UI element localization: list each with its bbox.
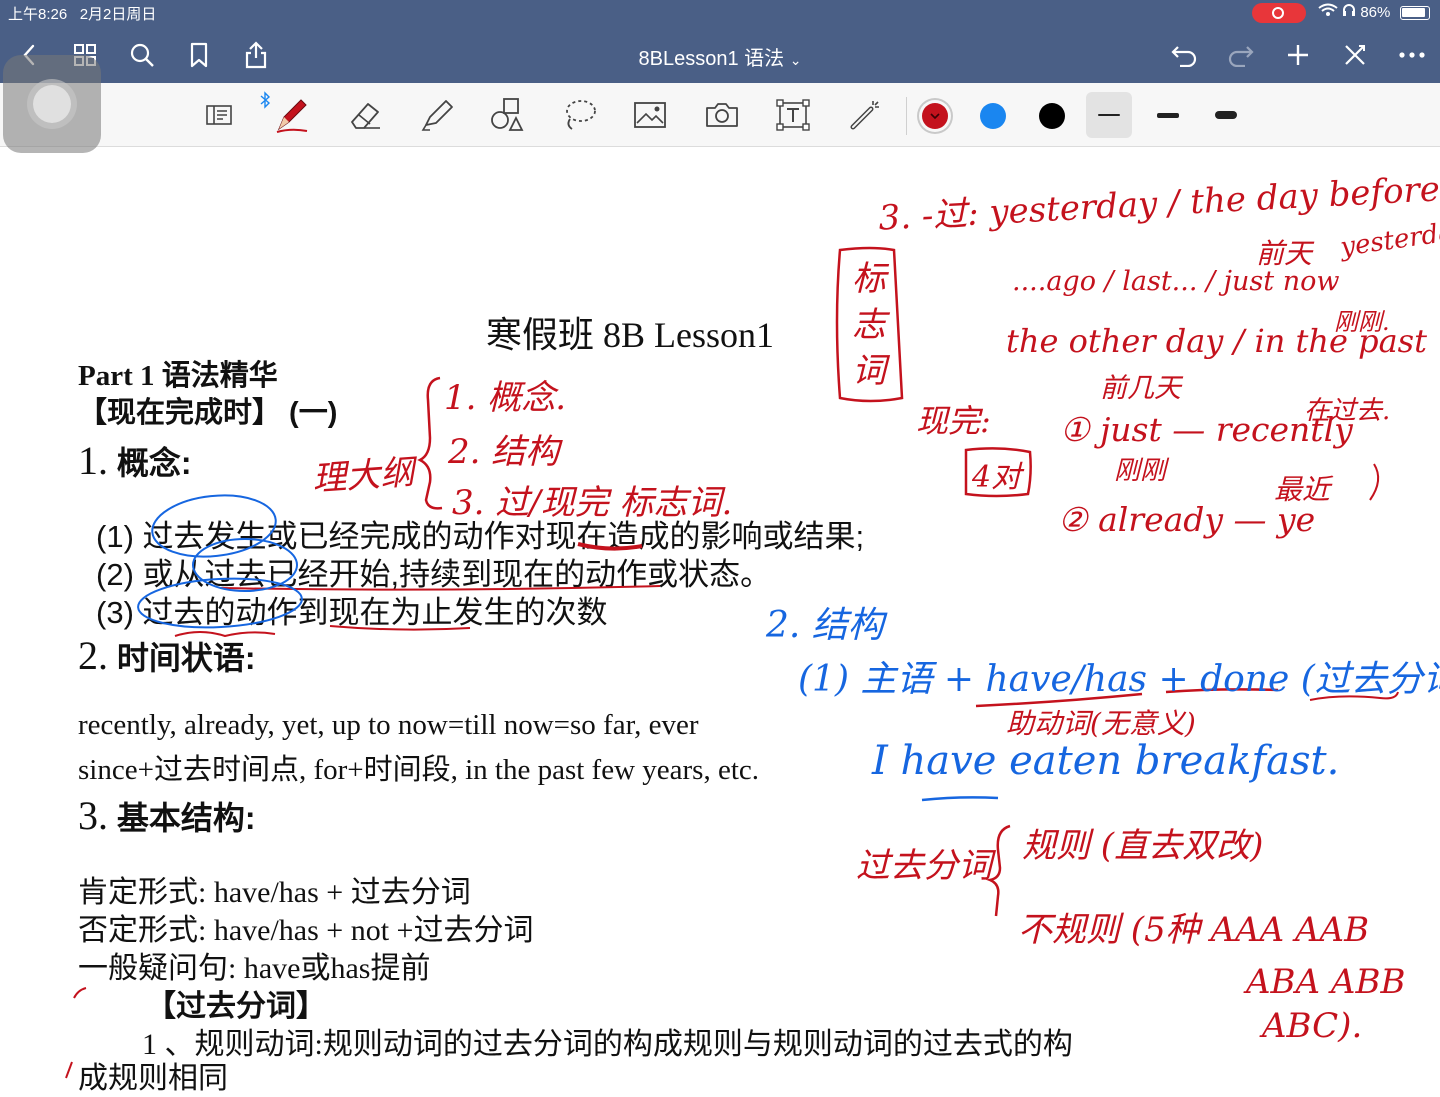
red-tick-mark [73, 987, 87, 999]
section-heading: 【现在完成时】 (一) [78, 397, 338, 429]
annotation-example-sentence: I have eaten breakfast. [872, 738, 1340, 784]
eraser-icon[interactable] [342, 92, 388, 138]
part-heading: Part 1 语法精华 [78, 360, 278, 392]
image-icon[interactable] [627, 92, 673, 138]
annotation-formula: (1) 主语 + have/has + done (过去分词) [798, 659, 1440, 700]
read-mode-icon[interactable] [196, 92, 242, 138]
headphones-icon [1342, 4, 1360, 21]
pen-tool-icon[interactable] [268, 92, 314, 138]
outline-brace [417, 376, 443, 510]
annotation-xianwan: 现完: [916, 402, 991, 440]
annotation-signal-words: 标志词 [852, 259, 886, 391]
annotation-irregular-3: ABC). [1262, 1006, 1363, 1046]
document-heading: 寒假班 8B Lesson1 [486, 315, 775, 355]
toolbar-divider [906, 97, 907, 135]
annotation-past-participle: 过去分词 [856, 846, 992, 886]
close-pen-mode-icon[interactable] [1340, 40, 1370, 70]
heading-basic-structure: 3. 基本结构: [78, 793, 256, 838]
highlighter-icon[interactable] [414, 92, 460, 138]
top-nav-bar: 上午8:26 2月2日周日 86% 8BLesson1 语法 ⌄ [0, 0, 1440, 83]
annotation-outline-label: 理大纲 [310, 452, 416, 500]
annotation-other-day: the other day / in the past [1006, 322, 1427, 360]
color-swatch-blue[interactable] [980, 103, 1006, 129]
annotation-ago-last: ....ago / last... / just now [1012, 266, 1340, 297]
camera-icon[interactable] [699, 92, 745, 138]
time-adverbials-line-1: recently, already, yet, up to now=till n… [78, 709, 699, 741]
blue-underline-have [921, 796, 999, 802]
annotation-structure: 2. 结构 [766, 605, 884, 646]
stroke-width-thin[interactable] [1086, 92, 1132, 138]
screen-recording-indicator[interactable] [1252, 3, 1306, 23]
lasso-icon[interactable] [556, 92, 602, 138]
wifi-icon [1318, 3, 1342, 21]
text-box-icon[interactable] [770, 92, 816, 138]
stroke-width-medium[interactable] [1145, 92, 1191, 138]
annotation-four-pairs: 4对 [972, 460, 1022, 495]
shapes-icon[interactable] [484, 92, 530, 138]
annotation-qianjitian: 前几天 [1100, 373, 1181, 404]
regular-verbs-line-2: 成规则相同 [78, 1062, 228, 1095]
laser-pointer-icon[interactable] [842, 92, 888, 138]
annotation-irregular: 不规则 (5种 AAA AAB [1018, 910, 1370, 950]
status-right: 86% [1318, 3, 1390, 21]
status-time: 上午8:26 2月2日周日 [8, 6, 157, 23]
annotation-already-yet: ② already — ye [1058, 500, 1316, 539]
battery-percent: 86% [1360, 4, 1391, 21]
annotation-yesterday: yesterday [1338, 215, 1440, 263]
document-title[interactable]: 8BLesson1 语法 ⌄ [0, 42, 1440, 71]
concept-item-3: (3) 过去的动作到现在为止发生的次数 [96, 595, 608, 630]
redo-icon[interactable] [1226, 40, 1256, 70]
annotation-outline-3: 3. 过/现完 标志词. [452, 483, 733, 523]
red-curve-mark [1369, 463, 1380, 501]
undo-icon[interactable] [1169, 40, 1199, 70]
time-adverbials-line-2: since+过去时间点, for+时间段, in the past few ye… [78, 754, 760, 786]
battery-icon [1400, 6, 1430, 20]
chevron-down-icon: ⌄ [789, 52, 802, 68]
annotation-irregular-2: ABA ABB [1246, 962, 1406, 1002]
red-slash-mark [65, 1061, 73, 1079]
more-options-icon[interactable] [1397, 40, 1427, 70]
heading-concept: 1. 概念: [78, 438, 192, 483]
stroke-width-thick[interactable] [1203, 92, 1249, 138]
annotation-past-signals: 3. -过: yesterday / the day before [877, 169, 1440, 239]
heading-time-adverbials: 2. 时间状语: [78, 633, 256, 678]
past-participle-brace [985, 824, 1011, 917]
annotation-outline-1: 1. 概念. [444, 378, 567, 418]
color-swatch-black[interactable] [1039, 103, 1065, 129]
regular-verbs-line-1: 1 、规则动词:规则动词的过去分词的构成规则与规则动词的过去式的构 [142, 1028, 1073, 1061]
annotation-ganggang-2: 刚刚 [1114, 456, 1167, 486]
add-page-icon[interactable] [1283, 40, 1313, 70]
annotation-aux-verb: 助动词(无意义) [1006, 707, 1196, 740]
annotation-outline-2: 2. 结构 [448, 432, 560, 472]
assistive-touch-button[interactable] [3, 55, 101, 153]
color-swatch-red[interactable] [922, 103, 948, 129]
annotation-regular: 规则 (直去双改) [1022, 826, 1264, 866]
annotation-just-recently: ① just — recently [1060, 410, 1353, 449]
